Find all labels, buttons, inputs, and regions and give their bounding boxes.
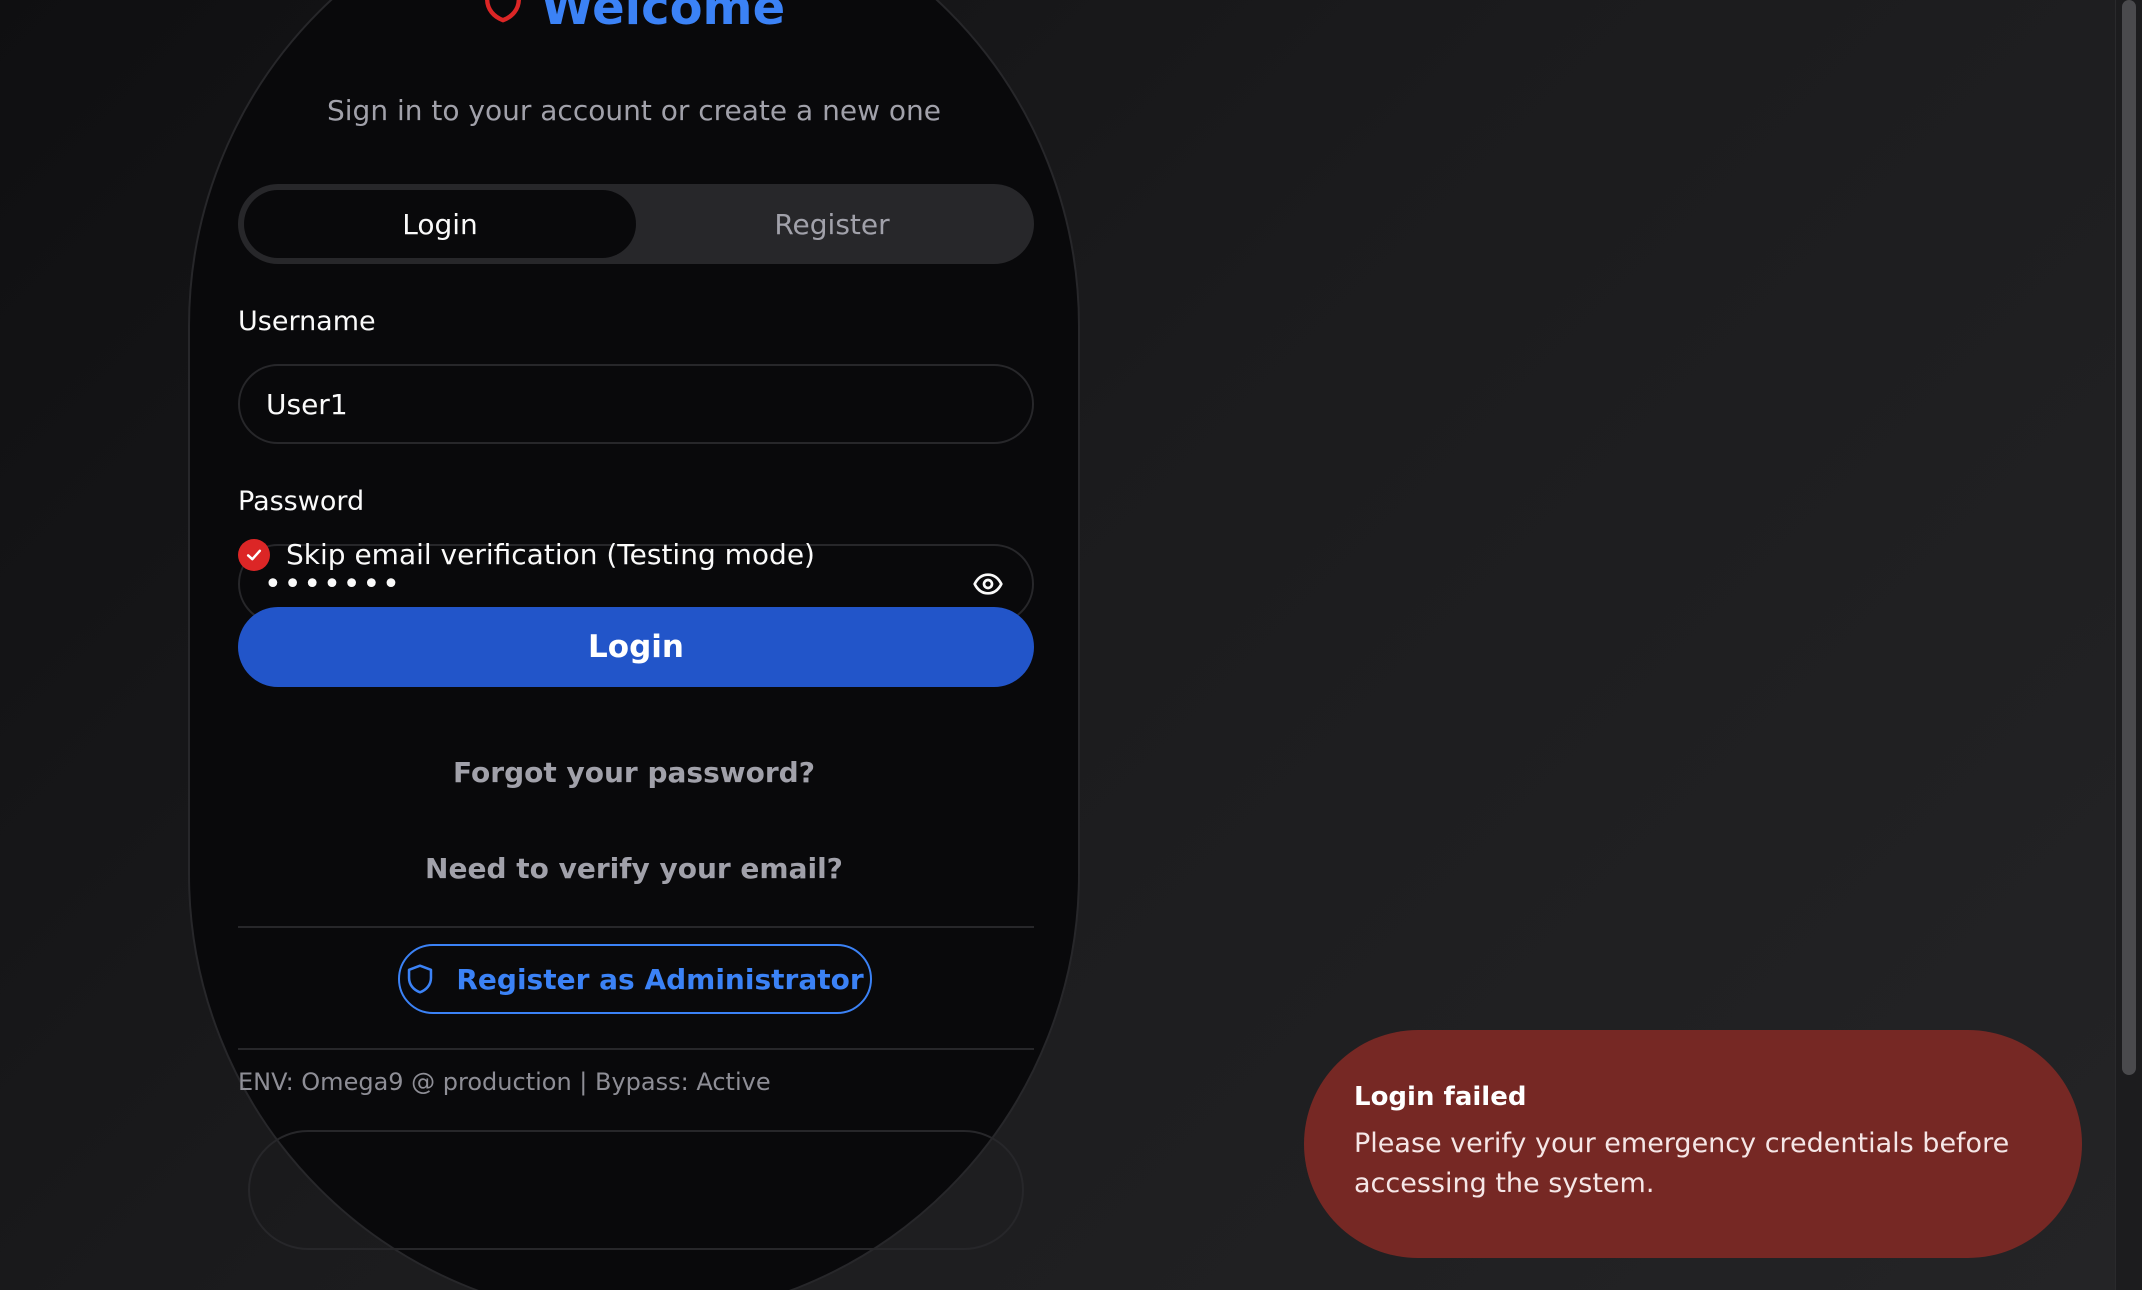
divider-top	[238, 926, 1034, 928]
auth-card: Welcome Sign in to your account or creat…	[188, 0, 1080, 1290]
skip-verification-checkbox[interactable]	[238, 538, 270, 571]
page: Welcome Sign in to your account or creat…	[0, 0, 2142, 1290]
forgot-password-link[interactable]: Forgot your password?	[190, 756, 1078, 789]
password-label: Password	[238, 486, 365, 517]
page-subtitle: Sign in to your account or create a new …	[327, 94, 941, 127]
scrollbar-thumb[interactable]	[2122, 0, 2136, 1075]
toast-message: Please verify your emergency credentials…	[1354, 1128, 2010, 1199]
skip-verification-label[interactable]: Skip email verification (Testing mode)	[286, 538, 815, 571]
scrollbar[interactable]	[2115, 0, 2142, 1290]
login-button[interactable]: Login	[238, 607, 1034, 687]
login-failed-toast: Login failed Please verify your emergenc…	[1304, 1030, 2082, 1258]
username-input[interactable]	[264, 386, 1008, 422]
toast-title: Login failed	[1354, 1082, 1527, 1112]
shield-icon	[483, 0, 523, 37]
skip-verification-row: Skip email verification (Testing mode)	[238, 538, 815, 571]
username-field-wrapper	[238, 364, 1034, 444]
tab-login[interactable]: Login	[244, 190, 636, 258]
password-input[interactable]: •••••••	[264, 567, 968, 602]
bottom-notice	[248, 1130, 1024, 1250]
check-icon	[246, 549, 262, 560]
shield-icon	[406, 964, 434, 994]
page-title: Welcome	[540, 0, 786, 36]
register-admin-button[interactable]: Register as Administrator	[398, 944, 872, 1014]
username-label: Username	[238, 306, 376, 337]
card-header: Welcome	[190, 0, 1078, 41]
tab-register[interactable]: Register	[636, 190, 1028, 258]
register-admin-label: Register as Administrator	[456, 962, 864, 996]
divider-bottom	[238, 1048, 1034, 1050]
verify-email-link[interactable]: Need to verify your email?	[190, 852, 1078, 885]
auth-tabs: Login Register	[238, 184, 1034, 264]
eye-icon[interactable]	[968, 564, 1008, 604]
environment-info: ENV: Omega9 @ production | Bypass: Activ…	[238, 1068, 771, 1096]
